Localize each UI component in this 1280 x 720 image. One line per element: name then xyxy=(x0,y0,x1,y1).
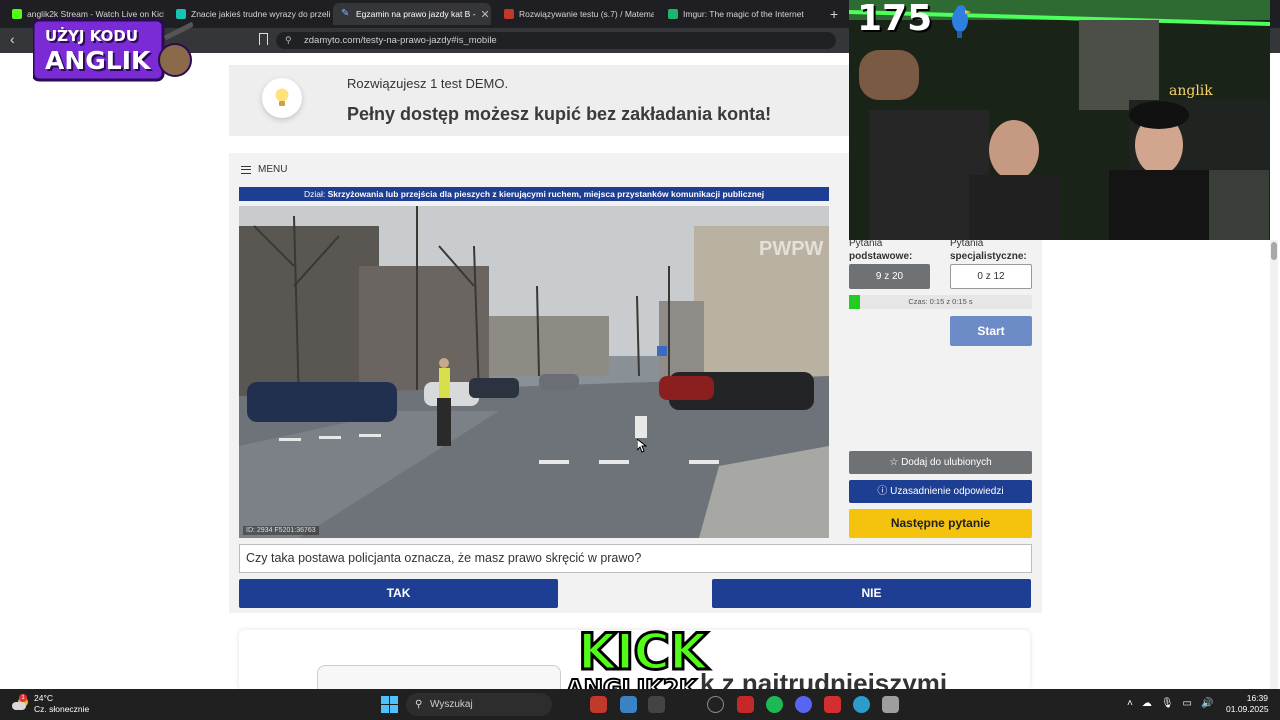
promo-code-logo: UŻYJ KODU ANGLIK xyxy=(33,18,193,82)
windows-taskbar: 1 24°C Cz. słonecznie ⚲ Wyszukaj ˄ ☁ 🎙 ▭… xyxy=(0,689,1280,720)
add-favorite-button[interactable]: ☆ Dodaj do ulubionych xyxy=(849,451,1032,474)
tab-imgur[interactable]: Imgur: The magic of the Internet xyxy=(660,3,820,25)
partly-cloudy-icon: 1 xyxy=(12,694,28,711)
webcam-overlay: anglik 175 xyxy=(849,0,1270,240)
back-arrow-icon[interactable]: ‹ xyxy=(10,31,15,47)
taskbar-app-3-icon[interactable] xyxy=(648,696,665,713)
new-tab-button[interactable]: + xyxy=(822,3,846,25)
taskbar-app-9-icon[interactable] xyxy=(853,696,870,713)
url-field[interactable]: ⚲ zdamyto.com/testy-na-prawo-jazdy#is_mo… xyxy=(276,32,836,49)
taskbar-app-8-icon[interactable] xyxy=(824,696,841,713)
street-scene-illustration xyxy=(239,206,829,538)
lightbulb-icon xyxy=(262,78,302,118)
calculator-icon[interactable] xyxy=(882,696,899,713)
explanation-button[interactable]: ⓘ Uzasadnienie odpowiedzi xyxy=(849,480,1032,503)
math-favicon-icon xyxy=(504,9,514,19)
basic-questions-heading: Pytania podstawowe: xyxy=(849,238,913,262)
question-image: PWPW ID: 2934 F5201:36763 xyxy=(239,206,829,538)
cloud-icon[interactable]: ☁ xyxy=(1142,698,1152,709)
basic-questions-counter: 9 z 20 xyxy=(849,264,930,289)
promo-line-1: UŻYJ KODU xyxy=(45,27,139,45)
weather-widget[interactable]: 1 24°C Cz. słonecznie xyxy=(12,693,89,715)
taskbar-search-box[interactable]: ⚲ Wyszukaj xyxy=(406,693,552,716)
demo-info-text: Rozwiązujesz 1 test DEMO. xyxy=(347,76,509,91)
viewer-count: 175 xyxy=(857,0,933,39)
answer-yes-button[interactable]: TAK xyxy=(239,579,558,608)
section-prefix: Dział: xyxy=(303,189,328,199)
star-icon: ☆ xyxy=(889,457,902,468)
weather-badge: 1 xyxy=(19,694,27,702)
scrollbar-thumb[interactable] xyxy=(1271,242,1277,260)
taskbar-app-4-icon[interactable] xyxy=(707,696,724,713)
volume-icon[interactable]: 🔊 xyxy=(1201,698,1213,709)
lower-card-inner xyxy=(317,665,561,690)
clock-time: 16:39 xyxy=(1246,693,1268,703)
start-button[interactable]: Start xyxy=(950,316,1032,346)
image-watermark: PWPW xyxy=(759,238,824,260)
discord-icon[interactable] xyxy=(795,696,812,713)
image-id-label: ID: 2934 F5201:36763 xyxy=(243,526,319,535)
imgur-favicon-icon xyxy=(668,9,678,19)
help-circle-icon: ⓘ xyxy=(877,486,891,497)
microphone-icon[interactable]: 🎙 xyxy=(1161,698,1174,709)
display-icon[interactable]: ▭ xyxy=(1183,698,1192,709)
answer-no-button[interactable]: NIE xyxy=(712,579,1031,608)
close-tab-icon[interactable]: ✕ xyxy=(481,8,490,21)
parrot-icon xyxy=(952,5,971,38)
question-text: Czy taka postawa policjanta oznacza, że … xyxy=(239,544,1032,573)
weather-desc: Cz. słonecznie xyxy=(34,704,90,714)
windows-start-icon[interactable] xyxy=(381,696,398,713)
tab-math[interactable]: Rozwiązywanie testu (s.7) / Matematy xyxy=(496,3,654,25)
page-scrollbar[interactable] xyxy=(1270,240,1278,689)
timer-bar: Czas: 0:15 z 0:15 s xyxy=(849,295,1032,309)
kick-favicon-icon xyxy=(12,9,22,19)
exam-favicon-icon: ✎ xyxy=(341,8,350,19)
menu-button[interactable]: MENU xyxy=(241,164,287,175)
demo-banner xyxy=(229,65,849,136)
special-questions-heading: Pytania specjalistyczne: xyxy=(950,238,1027,262)
hamburger-icon xyxy=(241,165,251,174)
taskbar-app-2-icon[interactable] xyxy=(620,696,637,713)
section-banner: Dział: Skrzyżowania lub przejścia dla pi… xyxy=(239,187,829,201)
taskbar-app-1-icon[interactable] xyxy=(590,696,607,713)
section-name: Skrzyżowania lub przejścia dla pieszych … xyxy=(327,189,765,199)
site-info-icon[interactable]: ⚲ xyxy=(285,32,292,49)
search-icon: ⚲ xyxy=(415,699,423,710)
next-question-button[interactable]: Następne pytanie xyxy=(849,509,1032,538)
chevron-up-icon[interactable]: ˄ xyxy=(1127,698,1133,709)
promo-line-2: ANGLIK xyxy=(45,46,151,75)
weather-temp: 24°C xyxy=(34,693,53,703)
system-tray: ˄ ☁ 🎙 ▭ 🔊 xyxy=(1127,698,1213,709)
taskbar-app-5-icon[interactable] xyxy=(737,696,754,713)
svg-text:anglik: anglik xyxy=(1169,83,1213,99)
mouse-cursor-icon xyxy=(637,439,647,453)
demo-buy-text: Pełny dostęp możesz kupić bez zakładania… xyxy=(347,104,772,124)
spotify-icon[interactable] xyxy=(766,696,783,713)
tab-exam[interactable]: ✎ Egzamin na prawo jazdy kat B - ✕ xyxy=(333,3,491,25)
clock-date: 01.09.2025 xyxy=(1226,704,1269,714)
bookmark-icon[interactable] xyxy=(259,33,268,45)
special-questions-counter: 0 z 12 xyxy=(950,264,1032,289)
timer-text: Czas: 0:15 z 0:15 s xyxy=(908,297,973,306)
taskbar-clock[interactable]: 16:39 01.09.2025 xyxy=(1226,693,1269,715)
kick-logo-text: KICK xyxy=(577,623,710,682)
